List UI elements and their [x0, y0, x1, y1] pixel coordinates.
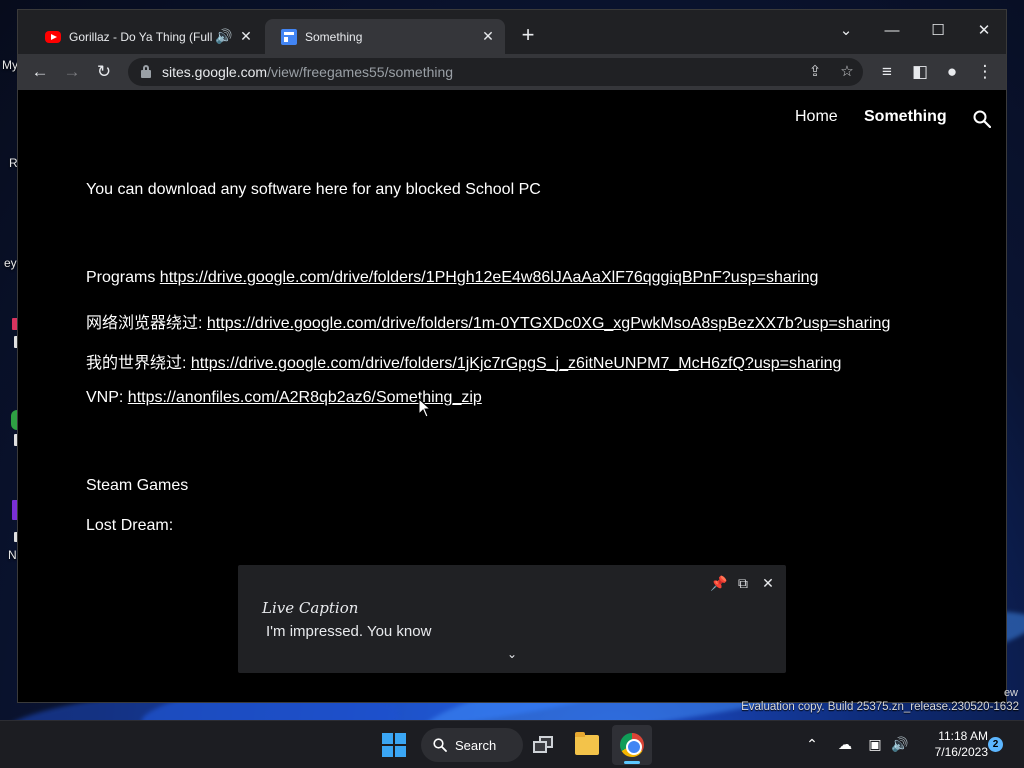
minecraft-bypass-label: 我的世界绕过: [86, 355, 191, 372]
address-bar[interactable]: sites.google.com/view/freegames55/someth… [128, 58, 863, 86]
tab-something[interactable]: Something ✕ [265, 19, 505, 54]
browser-bypass-link[interactable]: https://drive.google.com/drive/folders/1… [207, 315, 890, 332]
tab-close-button[interactable]: ✕ [477, 28, 499, 45]
tab-title: Gorillaz - Do Ya Thing (Full 13 [69, 29, 213, 44]
lost-dream-text: Lost Dream: [86, 517, 174, 534]
browser-bypass-label: 网络浏览器绕过: [86, 315, 207, 332]
menu-icon[interactable]: ⋮ [971, 58, 999, 86]
new-tab-button[interactable]: + [516, 24, 540, 48]
folder-icon [575, 732, 599, 755]
profile-icon[interactable]: ● [938, 58, 966, 86]
chevron-up-icon[interactable]: ⌃ [803, 735, 821, 753]
expand-icon[interactable]: ⧉ [734, 574, 752, 592]
url-path: /view/freegames55/something [267, 64, 454, 80]
browser-bypass-line: 网络浏览器绕过: https://drive.google.com/drive/… [86, 309, 890, 333]
url-host: sites.google.com [162, 64, 268, 80]
lock-icon[interactable] [140, 65, 152, 79]
nav-something-link[interactable]: Something [864, 108, 947, 126]
share-icon[interactable]: ⇪ [805, 62, 825, 82]
volume-icon[interactable]: 🔊 [891, 735, 909, 753]
clock-date: 7/16/2023 [934, 745, 988, 759]
browser-toolbar: ← → ↻ sites.google.com/view/freegames55/… [18, 54, 1006, 90]
vnp-label: VNP: [86, 389, 128, 406]
minimize-button[interactable]: — [870, 16, 914, 46]
search-icon[interactable] [973, 110, 991, 128]
minecraft-bypass-line: 我的世界绕过: https://drive.google.com/drive/f… [86, 349, 841, 373]
bookmark-star-icon[interactable]: ☆ [837, 62, 857, 82]
intro-text: You can download any software here for a… [86, 181, 541, 198]
speaker-icon[interactable]: 🔊 [213, 28, 235, 45]
file-explorer-button[interactable] [568, 725, 606, 765]
chrome-taskbar-button[interactable] [612, 725, 652, 765]
windows-logo-icon [382, 733, 406, 757]
start-button[interactable] [374, 725, 414, 765]
onedrive-icon[interactable]: ☁ [836, 735, 854, 753]
chevron-down-icon[interactable]: ⌄ [504, 647, 520, 661]
search-icon [433, 738, 447, 752]
evaluation-watermark: Evaluation copy. Build 25375.zn_release.… [741, 701, 1019, 713]
steam-games-heading: Steam Games [86, 477, 189, 494]
tab-strip: Gorillaz - Do Ya Thing (Full 13 🔊 ✕ Some… [18, 10, 1006, 54]
active-indicator [624, 761, 640, 764]
taskbar: Search ⌃ ☁ ▣ 🔊 11:18 AM 7/16/2023 2 [0, 720, 1024, 768]
clock-time: 11:18 AM [938, 729, 988, 743]
minecraft-bypass-link[interactable]: https://drive.google.com/drive/folders/1… [191, 355, 842, 372]
task-view-icon [533, 736, 555, 754]
tab-search-button[interactable]: ⌄ [824, 16, 868, 46]
chrome-icon [620, 733, 644, 757]
youtube-icon [45, 29, 61, 45]
media-control-icon[interactable]: ≡ [873, 58, 901, 86]
desktop-icon-label[interactable]: My [2, 58, 18, 72]
live-caption-title: Live Caption [262, 599, 359, 617]
maximize-button[interactable]: ☐ [916, 16, 960, 46]
tab-youtube[interactable]: Gorillaz - Do Ya Thing (Full 13 🔊 ✕ [29, 19, 263, 54]
back-icon[interactable]: ← [26, 58, 54, 86]
tab-title: Something [305, 29, 363, 44]
programs-line: Programs https://drive.google.com/drive/… [86, 269, 818, 287]
taskbar-clock[interactable]: 11:18 AM 7/16/2023 [916, 728, 988, 760]
programs-label: Programs [86, 269, 160, 286]
url-text[interactable]: sites.google.com/view/freegames55/someth… [162, 64, 453, 80]
live-caption-text: I'm impressed. You know [266, 623, 432, 640]
taskbar-search-button[interactable]: Search [420, 725, 524, 765]
taskbar-search-label: Search [455, 737, 497, 753]
pin-icon[interactable]: 📌 [710, 574, 728, 592]
google-sites-icon [281, 28, 297, 45]
task-view-button[interactable] [526, 725, 562, 765]
reload-icon[interactable]: ↻ [90, 58, 118, 86]
tab-close-button[interactable]: ✕ [235, 28, 257, 45]
watermark-fragment: ew [1003, 687, 1018, 699]
side-panel-icon[interactable]: ◧ [906, 58, 934, 86]
close-caption-button[interactable]: ✕ [759, 574, 777, 592]
live-caption-panel: 📌 ⧉ ✕ Live Caption I'm impressed. You kn… [238, 565, 786, 673]
programs-link[interactable]: https://drive.google.com/drive/folders/1… [160, 269, 819, 286]
forward-icon[interactable]: → [58, 58, 86, 86]
network-icon[interactable]: ▣ [866, 735, 884, 753]
mouse-cursor-icon [418, 398, 432, 418]
nav-home-link[interactable]: Home [795, 108, 838, 126]
desktop-icon-label[interactable]: N [8, 548, 17, 562]
close-window-button[interactable]: ✕ [962, 16, 1006, 46]
notification-badge[interactable]: 2 [988, 737, 1003, 752]
